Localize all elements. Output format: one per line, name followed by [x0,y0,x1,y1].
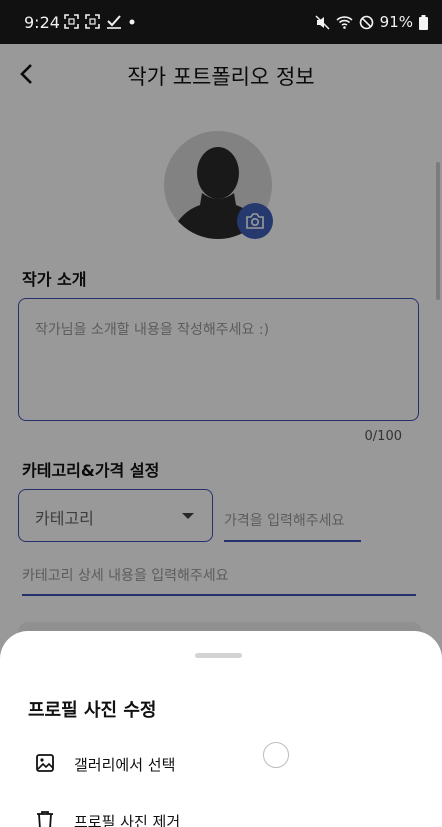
battery-percent: 91% [379,13,413,31]
check-icon [107,15,121,29]
image-icon [36,754,54,772]
battery-icon [419,14,428,30]
status-time: 9:24 [24,13,60,32]
dot-icon [129,19,135,24]
screenshot-icon [85,14,100,29]
remove-profile-photo-option[interactable]: 프로필 사진 제거 [0,798,442,827]
drag-handle[interactable] [195,653,242,658]
trash-icon [37,811,53,827]
do-not-disturb-icon [359,15,373,29]
wifi-icon [336,16,353,29]
touch-indicator [263,742,289,768]
bottom-sheet: 프로필 사진 수정 갤러리에서 선택 프로필 사진 제거 [0,631,442,827]
select-from-gallery-label: 갤러리에서 선택 [74,756,176,774]
mute-icon [315,14,330,30]
remove-profile-photo-label: 프로필 사진 제거 [74,813,181,827]
screenshot-icon [64,14,79,29]
sheet-title: 프로필 사진 수정 [28,700,157,721]
status-bar: 9:24 91% [0,0,442,44]
select-from-gallery-option[interactable]: 갤러리에서 선택 [0,741,442,787]
